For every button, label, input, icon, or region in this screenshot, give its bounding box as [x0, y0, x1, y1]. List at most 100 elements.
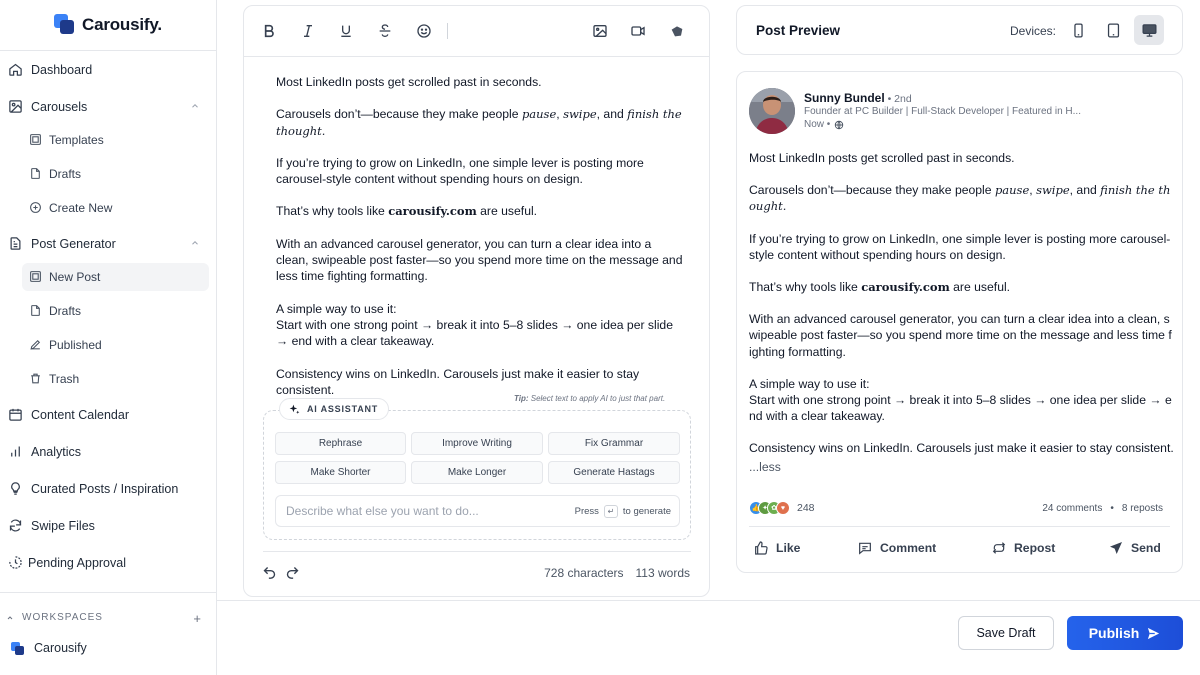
ai-tip: Tip: Select text to apply AI to just tha… — [514, 394, 665, 403]
action-label: Send — [1131, 541, 1161, 555]
nav-swipe-files[interactable]: Swipe Files — [0, 512, 216, 540]
toolbar-divider — [447, 23, 448, 39]
ai-fix-grammar-button[interactable]: Fix Grammar — [548, 432, 680, 455]
workspace-item[interactable]: Carousify — [11, 641, 87, 655]
sub-item-post-drafts[interactable]: Drafts — [22, 297, 209, 325]
send-button[interactable]: Send — [1108, 540, 1161, 556]
content-paragraph: Carousels don’t—because they make people… — [749, 182, 1174, 214]
chevron-up-icon[interactable] — [190, 238, 200, 248]
repost-icon — [992, 542, 1006, 554]
nav-analytics[interactable]: Analytics — [0, 438, 216, 466]
nav-content-calendar[interactable]: Content Calendar — [0, 401, 216, 429]
post-stats: 24 comments • 8 reposts — [1042, 503, 1163, 514]
sub-item-label: Published — [49, 338, 102, 352]
video-icon[interactable] — [630, 23, 646, 39]
italic-text: pause — [521, 107, 557, 122]
nav-post-generator[interactable]: Post Generator — [0, 230, 216, 258]
ai-make-longer-button[interactable]: Make Longer — [411, 461, 543, 484]
workspace-name: Carousify — [34, 641, 87, 655]
content-paragraph: A simple way to use it: Start with one st… — [276, 301, 686, 350]
ai-improve-writing-button[interactable]: Improve Writing — [411, 432, 543, 455]
text-run: That’s why tools like — [749, 280, 862, 295]
comment-button[interactable]: Comment — [857, 540, 936, 556]
redo-icon[interactable] — [285, 565, 300, 580]
comments-count[interactable]: 24 comments — [1042, 503, 1102, 514]
workspaces-header[interactable]: WORKSPACES + — [6, 611, 210, 626]
ai-prompt-field: Press ↵ to generate — [275, 495, 680, 527]
preview-title: Post Preview — [756, 23, 841, 38]
like-button[interactable]: Like — [753, 540, 800, 556]
brand-name: Carousify. — [82, 15, 162, 34]
preview-header: Post Preview Devices: — [736, 5, 1183, 55]
comment-icon — [859, 542, 871, 555]
editor-content[interactable]: Most LinkedIn posts get scrolled past in… — [276, 74, 686, 414]
refresh-icon — [9, 519, 22, 532]
word-count: 113 words — [635, 566, 690, 580]
sub-item-new-post[interactable]: New Post — [22, 263, 209, 291]
nav-pending-approval[interactable]: Pending Approval — [0, 549, 216, 577]
see-less-link[interactable]: ...less — [749, 460, 781, 474]
author-name[interactable]: Sunny Bundel • 2nd — [804, 91, 912, 105]
sub-item-templates[interactable]: Templates — [22, 126, 209, 154]
device-tablet-button[interactable] — [1098, 15, 1128, 45]
nav-carousels[interactable]: Carousels — [0, 93, 216, 121]
linkedin-post-preview: Sunny Bundel • 2nd Founder at PC Builder… — [736, 71, 1183, 573]
trash-icon — [31, 373, 40, 384]
text-run: Carousels don’t—because they make people — [276, 107, 522, 122]
brand[interactable]: Carousify. — [54, 14, 162, 36]
image-icon[interactable] — [592, 23, 608, 39]
carousify-logo-icon — [54, 14, 76, 36]
device-mobile-button[interactable] — [1063, 15, 1093, 45]
repost-button[interactable]: Repost — [991, 540, 1055, 556]
publish-button[interactable]: Publish — [1067, 616, 1183, 650]
reposts-count[interactable]: 8 reposts — [1122, 503, 1163, 514]
content-paragraph: That’s why tools like carousify.com are … — [276, 203, 686, 219]
image-icon — [9, 100, 22, 113]
sparkle-icon — [289, 404, 300, 414]
carousel-icon[interactable] — [669, 23, 685, 39]
save-draft-button[interactable]: Save Draft — [958, 616, 1054, 650]
character-count: 728 characters — [544, 566, 624, 580]
undo-icon[interactable] — [262, 565, 277, 580]
ai-make-shorter-button[interactable]: Make Shorter — [275, 461, 406, 484]
content-paragraph: Consistency wins on LinkedIn. Carousels … — [749, 441, 1174, 456]
device-desktop-button[interactable] — [1134, 15, 1164, 45]
ai-prompt-input[interactable] — [286, 496, 556, 526]
workspaces-heading: WORKSPACES — [22, 612, 103, 623]
chevron-up-icon[interactable] — [190, 101, 200, 111]
bold-icon[interactable] — [261, 23, 277, 39]
emoji-icon[interactable] — [416, 23, 432, 39]
ai-generate-hashtags-button[interactable]: Generate Hastags — [548, 461, 680, 484]
author-headline: Founder at PC Builder | Full-Stack Devel… — [804, 106, 1081, 117]
sub-item-carousel-drafts[interactable]: Drafts — [22, 160, 209, 188]
editor-toolbar — [244, 6, 709, 57]
divider — [263, 551, 691, 552]
enter-key-icon: ↵ — [603, 505, 618, 518]
ai-rephrase-button[interactable]: Rephrase — [275, 432, 406, 455]
text-run: A simple way to use it: — [276, 301, 397, 316]
bold-text: carousify.com — [861, 280, 950, 295]
template-icon — [30, 271, 41, 282]
italic-icon[interactable] — [300, 23, 316, 39]
sub-item-create-new[interactable]: Create New — [22, 194, 209, 222]
reactions[interactable]: 👍 ✦ ✿ ♥ 248 — [749, 501, 815, 515]
editor-counts: 728 characters 113 words — [544, 566, 690, 580]
send-icon — [1148, 627, 1160, 639]
strikethrough-icon[interactable] — [377, 23, 393, 39]
prompt-hint: Press ↵ to generate — [575, 505, 671, 518]
sub-item-trash[interactable]: Trash — [22, 365, 209, 393]
nav-curated-posts[interactable]: Curated Posts / Inspiration — [0, 475, 216, 503]
underline-icon[interactable] — [338, 23, 354, 39]
home-icon — [9, 63, 22, 76]
sub-item-published[interactable]: Published — [22, 331, 209, 359]
content-paragraph: A simple way to use it: Start with one st… — [749, 376, 1174, 425]
love-reaction-icon: ♥ — [776, 501, 790, 515]
nav-label: Dashboard — [31, 63, 93, 77]
desktop-icon — [1141, 23, 1157, 37]
nav-dashboard[interactable]: Dashboard — [0, 56, 216, 84]
file-icon — [31, 168, 40, 179]
add-workspace-button[interactable]: + — [193, 611, 202, 626]
italic-text: swipe — [1036, 183, 1070, 198]
post-content: Most LinkedIn posts get scrolled past in… — [749, 150, 1174, 475]
action-label: Comment — [880, 541, 937, 555]
